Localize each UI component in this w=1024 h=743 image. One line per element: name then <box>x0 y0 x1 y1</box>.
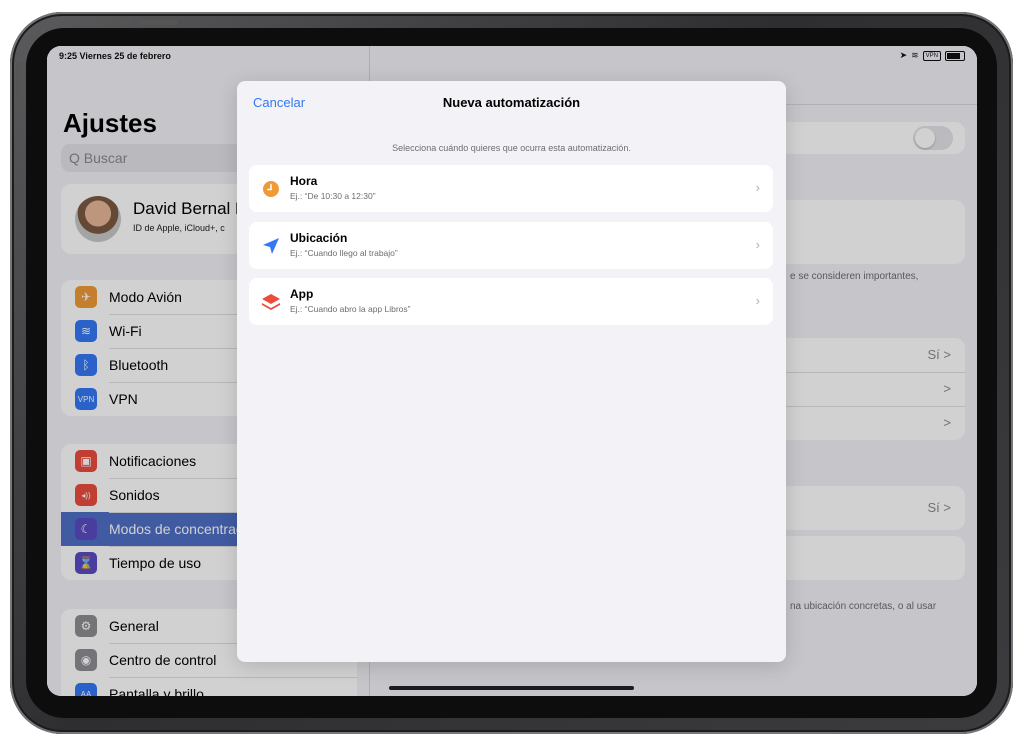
chevron-right-icon: › <box>755 293 760 308</box>
option-name: App <box>290 287 314 301</box>
location-arrow-icon <box>261 236 281 256</box>
automation-option-location[interactable]: Ubicación Ej.: “Cuando llego al trabajo”… <box>249 222 773 269</box>
sheet-title: Nueva automatización <box>442 95 581 110</box>
new-automation-sheet: Cancelar Nueva automatización Selecciona… <box>237 81 786 662</box>
option-description: Ej.: “Cuando abro la app Libros” <box>290 304 411 314</box>
top-button <box>138 20 178 25</box>
chevron-right-icon: › <box>755 237 760 252</box>
option-name: Hora <box>290 174 318 188</box>
automation-option-time[interactable]: Hora Ej.: “De 10:30 a 12:30” › <box>249 165 773 212</box>
screen: 9:25 Viernes 25 de febrero Ajustes Q Bus… <box>47 46 977 696</box>
sheet-subtitle: Selecciona cuándo quieres que ocurra est… <box>392 143 631 153</box>
home-indicator[interactable] <box>389 686 634 690</box>
top-button <box>90 20 130 25</box>
option-description: Ej.: “Cuando llego al trabajo” <box>290 248 398 258</box>
clock-icon <box>261 179 281 199</box>
app-layers-icon <box>261 292 281 312</box>
side-button <box>16 62 20 110</box>
option-description: Ej.: “De 10:30 a 12:30” <box>290 191 376 201</box>
chevron-right-icon: › <box>755 180 760 195</box>
automation-option-app[interactable]: App Ej.: “Cuando abro la app Libros” › <box>249 278 773 325</box>
option-name: Ubicación <box>290 231 348 245</box>
